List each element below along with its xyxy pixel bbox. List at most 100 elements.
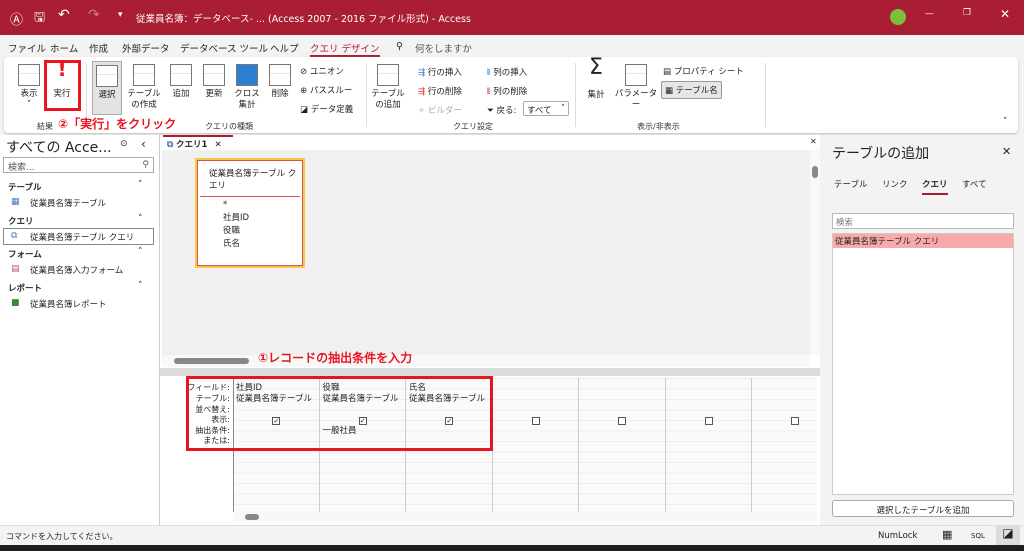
sigma-icon: Σ [589, 55, 603, 80]
totals-button[interactable]: Σ 集計 [583, 55, 609, 101]
view-button[interactable]: 表示 ˅ [14, 64, 44, 111]
nav-item-form[interactable]: 従業員名簿入力フォーム [30, 264, 123, 276]
nav-section-reports[interactable]: レポート [8, 282, 42, 294]
totals-label: 集計 [587, 90, 605, 100]
grid-horizontal-scrollbar[interactable] [233, 512, 817, 522]
insert-columns-button[interactable]: ⫴ 列の挿入 [487, 66, 527, 78]
field-list-title[interactable]: 従業員名簿テーブル クエリ [200, 160, 300, 197]
menu-file[interactable]: ファイル [8, 41, 46, 55]
access-logo-icon: Ⓐ [10, 13, 24, 28]
design-view-icon[interactable]: ◪ [996, 526, 1020, 545]
step2-annotation: ②「実行」をクリック [58, 117, 177, 131]
tab-all[interactable]: すべて [962, 178, 987, 190]
collapse-ribbon-icon[interactable]: ˅ [1003, 117, 1008, 127]
chevron-up-icon[interactable]: ˄ [138, 180, 143, 190]
show-checkbox[interactable] [704, 417, 713, 425]
nav-title[interactable]: すべての Acce... [6, 137, 112, 157]
update-button[interactable]: 更新 [201, 64, 227, 100]
return-text: 戻る: [496, 106, 517, 116]
add-selected-tables-button[interactable]: 選択したテーブルを追加 [832, 500, 1014, 517]
append-button[interactable]: 追加 [168, 64, 194, 100]
chevron-up-icon[interactable]: ˄ [138, 247, 143, 257]
nav-item-query[interactable]: 従業員名簿テーブル クエリ [30, 231, 134, 243]
customize-toolbar-icon[interactable]: ▾ [118, 10, 123, 20]
chevron-up-icon[interactable]: ˄ [138, 281, 143, 291]
property-sheet-button[interactable]: ▤ プロパティ シート [663, 65, 744, 77]
menu-database-tools[interactable]: データベース ツール [180, 41, 268, 55]
datasheet-view-icon[interactable]: ▦ [942, 528, 952, 541]
delete-rows-button[interactable]: ⇶ 行の削除 [418, 85, 462, 97]
add-tables-search-input[interactable]: 検索 [832, 213, 1014, 229]
builder-button[interactable]: ✧ ビルダー [418, 104, 462, 116]
insert-rows-button[interactable]: ⇶ 行の挿入 [418, 66, 462, 78]
make-table-button[interactable]: テーブルの作成 [124, 64, 164, 111]
redo-icon[interactable]: ↷ [88, 7, 100, 23]
nav-section-queries[interactable]: クエリ [8, 215, 34, 227]
delete-button[interactable]: 削除 [267, 64, 293, 100]
field-position[interactable]: 役職 [223, 225, 303, 238]
field-list[interactable]: 従業員名簿テーブル クエリ * 社員ID 役職 氏名 [195, 158, 305, 268]
delete-columns-button[interactable]: ⫴ 列の削除 [487, 85, 527, 97]
save-icon[interactable]: 🖫 [34, 8, 45, 30]
avatar[interactable] [890, 9, 906, 25]
nav-item-table[interactable]: 従業員名簿テーブル [30, 197, 106, 209]
search-icon[interactable]: ⚲ [396, 41, 403, 52]
menu-create[interactable]: 作成 [89, 41, 108, 55]
make-table-label: テーブルの作成 [127, 89, 161, 110]
show-checkbox[interactable] [791, 417, 800, 425]
add-table-button[interactable]: テーブルの追加 [371, 64, 405, 111]
numlock-indicator: NumLock [878, 531, 918, 541]
tab-query1[interactable]: ⧉ クエリ1 ✕ [163, 135, 233, 150]
title-bar: Ⓐ 🖫 ↶ ↷ ▾ 従業員名簿：データベース- ... (Access 2007… [0, 0, 1024, 35]
menu-home[interactable]: ホーム [50, 41, 78, 55]
passthrough-button[interactable]: ⊕ パススルー [300, 84, 352, 96]
union-button[interactable]: ⊘ ユニオン [300, 65, 344, 77]
vertical-scrollbar[interactable] [810, 150, 820, 355]
tab-queries[interactable]: クエリ [922, 178, 948, 195]
list-item[interactable]: 従業員名簿テーブル クエリ [833, 234, 1013, 248]
select-query-button[interactable]: 選択 [92, 61, 122, 115]
tab-links[interactable]: リンク [882, 178, 908, 190]
nav-section-tables[interactable]: テーブル [8, 181, 42, 193]
crosstab-button[interactable]: クロス集計 [234, 64, 260, 111]
view-icon [18, 64, 40, 86]
close-document-icon[interactable]: ✕ [810, 137, 817, 146]
chevron-up-icon[interactable]: ˄ [138, 214, 143, 224]
undo-icon[interactable]: ↶ [58, 7, 70, 23]
table-names-button[interactable]: ▦ テーブル名 [661, 81, 722, 99]
navigation-pane: すべての Acce... ⊙ ‹ 検索... ⚲ テーブル ˄ ▦ 従業員名簿テーブル… [0, 135, 160, 525]
nav-search-input[interactable]: 検索... ⚲ [3, 157, 154, 173]
menu-external-data[interactable]: 外部データ [122, 41, 170, 55]
delete-label: 削除 [271, 89, 289, 99]
tell-me-search[interactable]: 何をしますか [415, 41, 472, 55]
append-icon [170, 64, 192, 86]
close-icon[interactable]: ✕ [1000, 7, 1010, 21]
restore-icon[interactable]: ❐ [963, 8, 971, 18]
search-icon: ⚲ [142, 160, 149, 170]
delete-icon [269, 64, 291, 86]
tab-tables[interactable]: テーブル [834, 178, 868, 190]
nav-section-forms[interactable]: フォーム [8, 248, 42, 260]
sql-view-button[interactable]: SQL [971, 532, 985, 540]
collapse-nav-icon[interactable]: ‹ [141, 137, 146, 151]
close-pane-icon[interactable]: ✕ [1002, 145, 1011, 158]
pane-splitter[interactable] [160, 368, 820, 376]
menu-help[interactable]: ヘルプ [270, 41, 299, 55]
parameters-button[interactable]: パラメーター [614, 64, 658, 111]
nav-item-report[interactable]: 従業員名簿レポート [30, 298, 107, 310]
close-tab-icon[interactable]: ✕ [214, 140, 221, 150]
status-message: コマンドを入力してください。 [6, 532, 118, 541]
field-employee-id[interactable]: 社員ID [223, 212, 303, 225]
show-checkbox[interactable] [618, 417, 627, 425]
data-definition-button[interactable]: ◪ データ定義 [300, 103, 353, 115]
nav-menu-icon[interactable]: ⊙ [120, 139, 128, 149]
minimize-icon[interactable]: — [925, 9, 934, 19]
show-checkbox[interactable] [531, 417, 540, 425]
return-dropdown[interactable]: すべて ˅ [523, 101, 569, 116]
update-label: 更新 [205, 89, 223, 99]
menu-query-design[interactable]: クエリ デザイン [310, 41, 380, 57]
table-names-label: テーブル名 [675, 86, 718, 96]
field-name[interactable]: 氏名 [223, 238, 303, 251]
query-type-group-label: クエリの種類 [205, 122, 253, 131]
field-all[interactable]: * [223, 199, 303, 212]
